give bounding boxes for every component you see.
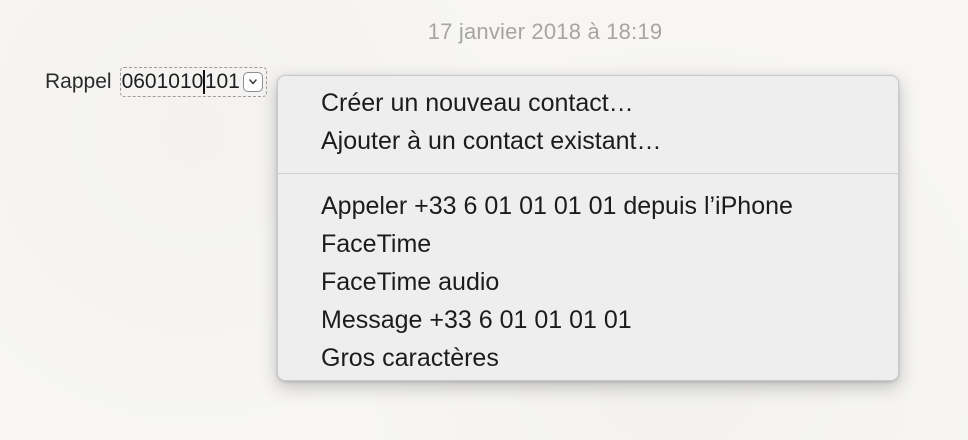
note-background: 17 janvier 2018 à 18:19 Rappel 0601010 10… bbox=[0, 0, 968, 440]
menu-item-large-type[interactable]: Gros caractères bbox=[278, 339, 898, 377]
note-timestamp: 17 janvier 2018 à 18:19 bbox=[427, 19, 663, 44]
menu-item-add-to-existing-contact[interactable]: Ajouter à un contact existant… bbox=[278, 122, 898, 160]
menu-item-facetime-audio[interactable]: FaceTime audio bbox=[278, 263, 898, 301]
phone-text-after-caret: 101 bbox=[204, 70, 240, 93]
menu-separator bbox=[278, 173, 898, 174]
phone-text-before-caret: 0601010 bbox=[121, 70, 204, 93]
data-detector-context-menu: Créer un nouveau contact… Ajouter à un c… bbox=[277, 75, 899, 381]
note-label: Rappel bbox=[45, 70, 112, 93]
detected-phone-number[interactable]: 0601010 101 bbox=[119, 67, 267, 97]
chevron-down-icon[interactable] bbox=[242, 72, 263, 92]
menu-item-call-from-iphone[interactable]: Appeler +33 6 01 01 01 01 depuis l’iPhon… bbox=[278, 187, 898, 225]
chevron-down-glyph bbox=[249, 79, 257, 85]
note-text-line[interactable]: Rappel 0601010 101 bbox=[45, 67, 267, 97]
menu-item-facetime[interactable]: FaceTime bbox=[278, 225, 898, 263]
menu-item-message[interactable]: Message +33 6 01 01 01 01 bbox=[278, 301, 898, 339]
menu-item-create-contact[interactable]: Créer un nouveau contact… bbox=[278, 84, 898, 122]
